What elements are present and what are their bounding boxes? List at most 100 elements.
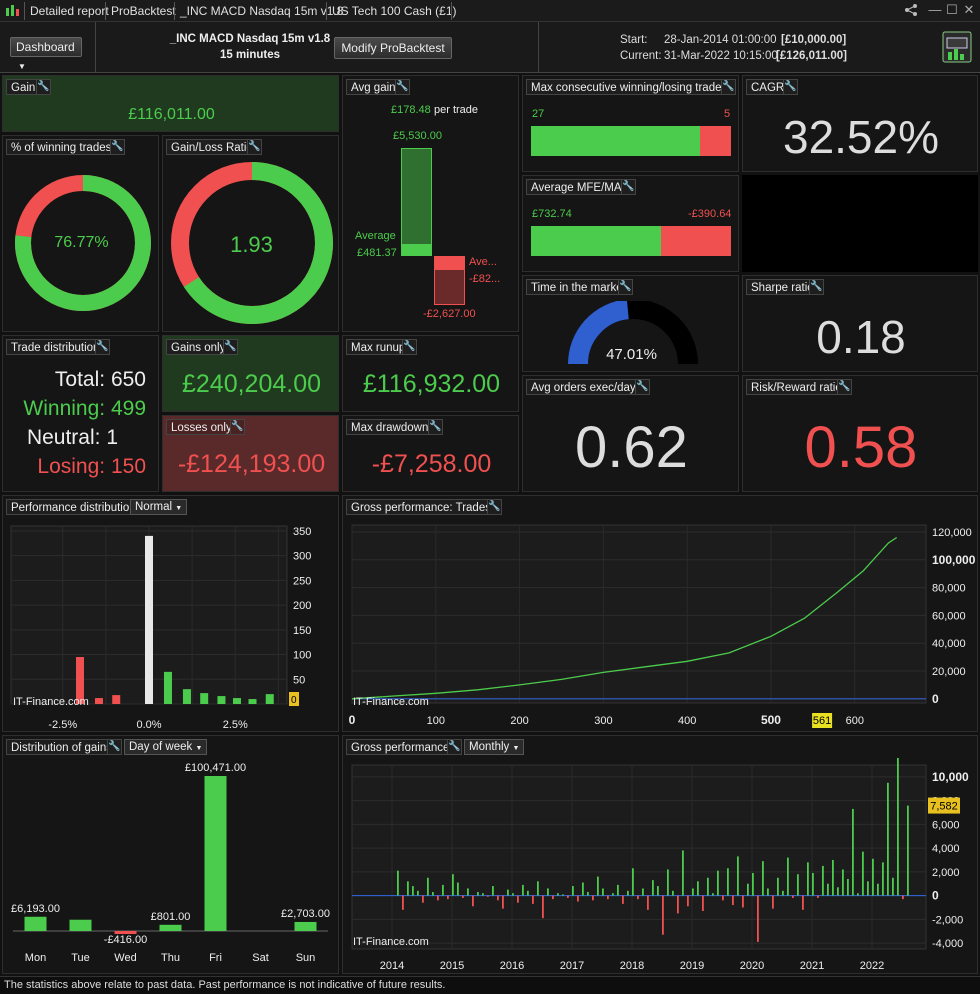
pct-winning-title: % of winning trades — [6, 139, 117, 155]
wrench-icon[interactable]: 🔧 — [783, 79, 798, 95]
month-bar — [797, 874, 799, 896]
tab-probacktest[interactable]: ProBacktest — [111, 3, 176, 19]
month-bar — [862, 851, 864, 896]
wrench-icon[interactable]: 🔧 — [230, 419, 245, 435]
month-bar — [712, 893, 714, 896]
wrench-icon[interactable]: 🔧 — [107, 739, 122, 755]
consecutive-bar-win — [531, 126, 700, 156]
wrench-icon[interactable]: 🔧 — [635, 379, 650, 395]
consecutive-wins: 27 — [532, 108, 545, 120]
wrench-icon[interactable]: 🔧 — [223, 339, 238, 355]
histogram-bar — [145, 535, 153, 704]
avg-gain-per-trade-value: £178.48 — [391, 104, 431, 116]
trade-distribution-panel: Trade distribution 🔧 Total: 650 Winning:… — [2, 335, 159, 492]
wrench-icon[interactable]: 🔧 — [618, 279, 633, 295]
share-icon[interactable] — [904, 3, 918, 17]
chevron-down-icon: ▼ — [18, 62, 26, 71]
maximize-icon[interactable]: ☐ — [945, 3, 959, 17]
time-in-market-value: 47.01% — [606, 346, 657, 363]
x-tick-label: -2.5% — [48, 719, 77, 731]
wrench-icon[interactable]: 🔧 — [809, 279, 824, 295]
avg-gain-panel: Avg gain 🔧 £178.48 per trade £5,530.00 A… — [342, 75, 519, 332]
max-drawdown-value: -£7,258.00 — [371, 450, 492, 478]
month-bar — [567, 895, 569, 898]
histogram-bar — [94, 698, 103, 704]
month-bar — [727, 868, 729, 896]
x-tick-label: 0 — [349, 713, 356, 727]
month-bar — [742, 895, 744, 908]
wrench-icon[interactable]: 🔧 — [110, 139, 125, 155]
losses-only-value: -£124,193.00 — [177, 450, 326, 478]
x-tick-label: Sat — [252, 952, 269, 964]
distribution-gains-panel: Distribution of gains 🔧 Day of week ▼ £6… — [2, 735, 339, 974]
histogram-bar — [265, 694, 274, 704]
wrench-icon[interactable]: 🔧 — [447, 739, 462, 755]
day-bar — [294, 921, 317, 931]
y-tick-label: 60,000 — [932, 610, 966, 622]
month-bar — [807, 862, 809, 896]
y-tick-label: 0 — [932, 692, 939, 706]
month-bar — [782, 890, 784, 896]
report-icon[interactable] — [942, 30, 974, 64]
wrench-icon[interactable]: 🔧 — [247, 139, 262, 155]
histogram-bar — [182, 689, 191, 704]
wrench-icon[interactable]: 🔧 — [721, 79, 736, 95]
pct-winning-panel: % of winning trades 🔧 76.77% — [2, 135, 159, 332]
gross-monthly-mode-label: Monthly — [469, 741, 510, 753]
month-bar — [747, 883, 749, 896]
modify-probacktest-button[interactable]: Modify ProBacktest — [334, 37, 452, 59]
gross-monthly-mode-dropdown[interactable]: Monthly ▼ — [464, 739, 525, 755]
wrench-icon[interactable]: 🔧 — [395, 79, 410, 95]
ave-loss-label: Ave... — [469, 256, 497, 268]
time-in-market-panel: Time in the market 🔧 47.01% — [522, 275, 739, 372]
trade-winning: Winning: 499 — [23, 397, 146, 420]
month-bar — [662, 895, 664, 935]
wrench-icon[interactable]: 🔧 — [487, 499, 502, 515]
month-bar — [487, 895, 489, 897]
wrench-icon[interactable]: 🔧 — [402, 339, 417, 355]
y-tick-label: 250 — [293, 575, 311, 587]
dist-gains-mode-dropdown[interactable]: Day of week ▼ — [124, 739, 208, 755]
chevron-down-icon: ▼ — [175, 505, 183, 512]
wrench-icon[interactable]: 🔧 — [621, 179, 636, 195]
perf-dist-mode-dropdown[interactable]: Normal ▼ — [130, 499, 188, 515]
month-bar — [557, 893, 559, 896]
close-icon[interactable]: ✕ — [962, 3, 976, 17]
start-capital: [£10,000.00] — [781, 34, 847, 46]
avg-win-value: £481.37 — [357, 247, 397, 259]
month-bar — [442, 884, 444, 896]
tab-strategy[interactable]: _INC MACD Nasdaq 15m v1.8 — [180, 3, 343, 19]
month-bar — [752, 873, 754, 896]
tab-detailed-report[interactable]: Detailed report — [30, 3, 109, 19]
tab-instrument[interactable]: US Tech 100 Cash (£1) — [332, 3, 457, 19]
wrench-icon[interactable]: 🔧 — [36, 79, 51, 95]
x-tick-label: 2019 — [680, 960, 704, 972]
dashboard-label: Dashboard — [16, 40, 75, 54]
month-bar — [427, 877, 429, 896]
gross-trades-title: Gross performance: Trades — [346, 499, 496, 515]
x-tick-label: Sun — [296, 952, 316, 964]
minimize-icon[interactable]: — — [928, 3, 942, 17]
gains-only-value: £240,204.00 — [181, 370, 322, 398]
wrench-icon[interactable]: 🔧 — [428, 419, 443, 435]
dashboard-dropdown[interactable]: Dashboard ▼ — [10, 37, 82, 71]
avg-win-bar — [401, 244, 432, 256]
month-bar — [607, 895, 609, 900]
y-tick-label: 10,000 — [932, 770, 969, 784]
gains-only-panel: Gains only 🔧 £240,204.00 — [162, 335, 339, 412]
month-bar — [622, 895, 624, 904]
disclaimer-footer: The statistics above relate to past data… — [0, 976, 980, 994]
x-tick-label: 200 — [510, 715, 528, 727]
month-bar — [817, 895, 819, 898]
gross-monthly-chart: -4,000-2,00002,0004,0006,0008,00010,0002… — [351, 758, 969, 972]
sharpe-title: Sharpe ratio — [746, 279, 819, 295]
y-tick-label: 20,000 — [932, 666, 966, 678]
month-bar — [407, 881, 409, 896]
trade-total: Total: 650 — [54, 368, 146, 391]
x-tick-label: Mon — [25, 952, 46, 964]
wrench-icon[interactable]: 🔧 — [837, 379, 852, 395]
plot-area — [351, 764, 927, 950]
wrench-icon[interactable]: 🔧 — [95, 339, 110, 355]
month-bar — [477, 892, 479, 896]
histogram-bar — [112, 695, 121, 704]
